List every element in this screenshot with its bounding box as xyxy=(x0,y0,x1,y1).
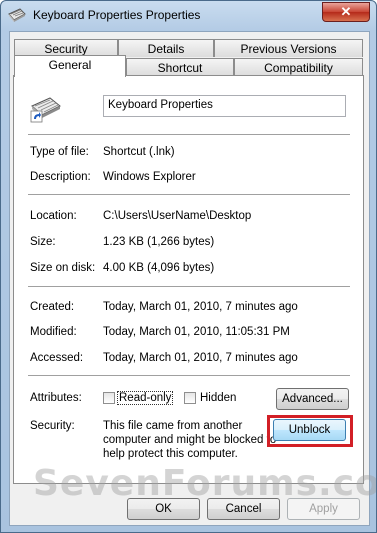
divider xyxy=(28,375,350,376)
tab-compatibility[interactable]: Compatibility xyxy=(234,58,363,76)
highlight-box xyxy=(267,415,353,447)
type-of-file-value: Shortcut (.lnk) xyxy=(103,146,175,158)
watermark: SevenForums.com xyxy=(33,463,376,504)
location-value: C:\Users\UserName\Desktop xyxy=(103,210,252,222)
security-message-line2: computer and might be blocked to xyxy=(103,434,277,446)
hidden-checkbox[interactable] xyxy=(184,392,196,404)
security-message-line3: help protect this computer. xyxy=(103,448,238,460)
tab-details[interactable]: Details xyxy=(118,39,214,57)
divider xyxy=(28,134,350,135)
modified-value: Today, March 01, 2010, 11:05:31 PM xyxy=(103,326,290,338)
tab-shortcut[interactable]: Shortcut xyxy=(126,58,234,76)
size-on-disk-value: 4.00 KB (4,096 bytes) xyxy=(103,262,215,274)
location-label: Location: xyxy=(30,210,77,222)
title-bar[interactable]: Keyboard Properties Properties ✕ xyxy=(1,1,376,31)
tab-general[interactable]: General xyxy=(14,55,126,77)
advanced-button[interactable]: Advanced... xyxy=(276,388,349,410)
keyboard-icon xyxy=(8,8,26,22)
accessed-label: Accessed: xyxy=(30,352,84,364)
created-value: Today, March 01, 2010, 7 minutes ago xyxy=(103,301,298,313)
divider xyxy=(28,194,350,195)
size-label: Size: xyxy=(30,236,56,248)
security-label: Security: xyxy=(30,420,75,432)
read-only-checkbox[interactable] xyxy=(103,392,115,404)
name-field[interactable]: Keyboard Properties xyxy=(103,95,346,117)
modified-label: Modified: xyxy=(30,326,77,338)
type-of-file-label: Type of file: xyxy=(30,146,89,158)
close-button[interactable]: ✕ xyxy=(322,2,370,22)
close-icon: ✕ xyxy=(340,4,352,19)
security-message-line1: This file came from another xyxy=(103,420,243,432)
created-label: Created: xyxy=(30,301,75,313)
keyboard-shortcut-icon xyxy=(30,97,61,123)
window-title: Keyboard Properties Properties xyxy=(33,8,201,22)
attributes-label: Attributes: xyxy=(30,392,82,404)
accessed-value: Today, March 01, 2010, 7 minutes ago xyxy=(103,352,298,364)
divider xyxy=(28,286,350,287)
size-value: 1.23 KB (1,266 bytes) xyxy=(103,236,215,248)
tab-previous-versions[interactable]: Previous Versions xyxy=(214,39,363,57)
description-value: Windows Explorer xyxy=(103,171,196,183)
hidden-label[interactable]: Hidden xyxy=(200,392,236,404)
size-on-disk-label: Size on disk: xyxy=(30,262,96,274)
read-only-label[interactable]: Read-only xyxy=(117,391,174,405)
description-label: Description: xyxy=(30,171,91,183)
properties-window: Keyboard Properties Properties ✕ Securit… xyxy=(0,0,377,533)
